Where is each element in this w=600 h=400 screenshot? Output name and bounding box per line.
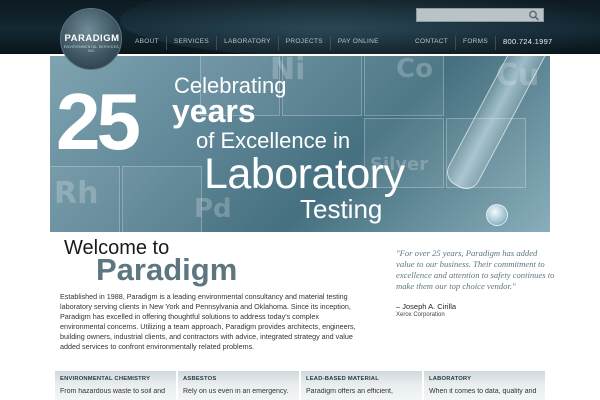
nav-services[interactable]: SERVICES [165,36,216,50]
phone-number[interactable]: 800.724.1997 [495,36,559,50]
hero-banner[interactable]: Ni Co Cu Rh Pd Silver 25 Celebrating yea… [50,56,550,232]
element-symbol-decoration: Pd [194,194,232,224]
service-box-environmental-chemistry[interactable]: ENVIRONMENTAL CHEMISTRY From hazardous w… [55,371,176,400]
hero-line-years: years [172,93,256,129]
nav-about[interactable]: ABOUT [128,36,166,50]
service-box-text: When it comes to data, quality and [429,388,537,395]
periodic-tile [122,166,202,232]
nav-laboratory[interactable]: LABORATORY [216,36,278,50]
service-box-title: ENVIRONMENTAL CHEMISTRY [60,376,151,382]
service-box-text: Paradigm offers an efficient, [306,388,393,395]
service-box-title: LABORATORY [429,376,472,382]
testimonial-organization: Xerox Corporation [396,312,445,318]
service-box-asbestos[interactable]: ASBESTOS Rely on us even in an emergency… [178,371,299,400]
utility-nav: CONTACT FORMS 800.724.1997 [408,36,560,50]
hero-line-testing: Testing [300,194,383,224]
service-box-laboratory[interactable]: LABORATORY When it comes to data, qualit… [424,371,545,400]
service-box-text: Rely on us even in an emergency. [183,388,289,395]
hero-number: 25 [56,77,141,166]
nav-forms[interactable]: FORMS [455,36,495,50]
nav-projects[interactable]: PROJECTS [277,36,330,50]
nav-pay-online[interactable]: PAY ONLINE [329,36,386,50]
hero-line-laboratory: Laboratory [204,150,405,198]
service-boxes: ENVIRONMENTAL CHEMISTRY From hazardous w… [55,371,545,400]
service-box-lead-based-material[interactable]: LEAD-BASED MATERIAL Paradigm offers an e… [301,371,422,400]
testimonial-author: – Joseph A. Cirilla [396,302,457,311]
service-box-title: LEAD-BASED MATERIAL [306,376,379,382]
search-input[interactable] [417,13,525,26]
service-box-text: From hazardous waste to soil and [60,388,166,395]
element-symbol-decoration: Rh [54,176,99,211]
search-icon[interactable] [528,10,540,21]
testimonial-quote: "For over 25 years, Paradigm has added v… [396,248,555,291]
service-box-title: ASBESTOS [183,376,217,382]
logo-name: PARADIGM [64,33,120,44]
main-nav: ABOUT SERVICES LABORATORY PROJECTS PAY O… [128,36,386,50]
nav-contact[interactable]: CONTACT [408,36,455,50]
welcome-brand: Paradigm [96,252,238,287]
logo-tagline: ENVIRONMENTAL SERVICES, INC. [63,45,121,53]
element-symbol-decoration: Co [396,56,433,84]
paradigm-logo[interactable]: PARADIGM ENVIRONMENTAL SERVICES, INC. [60,8,122,70]
droplet-image [486,204,508,226]
search-box[interactable] [416,8,544,26]
intro-paragraph: Established in 1988, Paradigm is a leadi… [60,292,356,351]
